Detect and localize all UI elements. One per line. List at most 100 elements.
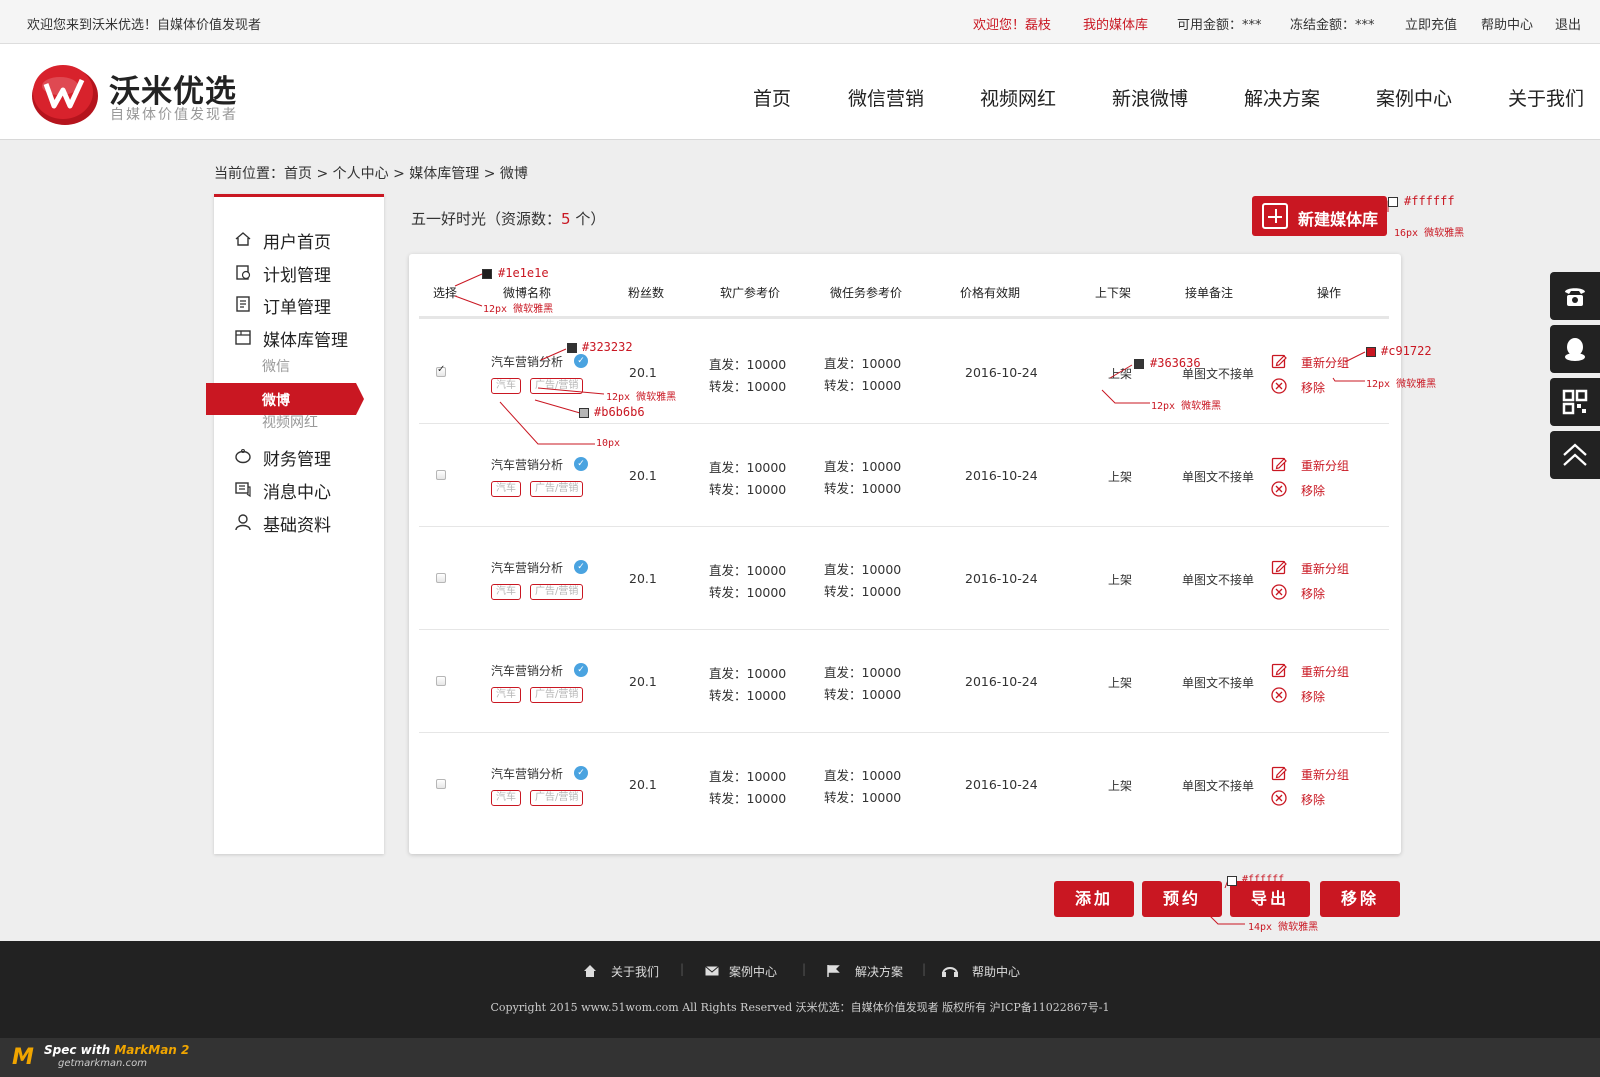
nav-home[interactable]: 首页 <box>753 84 791 111</box>
regroup-link[interactable]: 重新分组 <box>1301 663 1349 680</box>
remove-link[interactable]: 移除 <box>1301 688 1325 705</box>
clipboard-icon <box>236 265 251 280</box>
weibo-name[interactable]: 汽车营销分析 <box>491 765 563 782</box>
phone-float-button[interactable] <box>1550 272 1600 320</box>
back-to-top-button[interactable] <box>1550 431 1600 479</box>
task-price-direct: 直发：10000 <box>824 356 902 371</box>
footer-link-help[interactable]: 帮助中心 <box>972 963 1020 980</box>
weibo-name[interactable]: 汽车营销分析 <box>491 662 563 679</box>
export-button[interactable]: 导出 <box>1230 881 1310 917</box>
weibo-name[interactable]: 汽车营销分析 <box>491 353 563 370</box>
regroup-link[interactable]: 重新分组 <box>1301 560 1349 577</box>
price-validity: 2016-10-24 <box>965 674 1038 689</box>
reserve-button[interactable]: 预约 <box>1142 881 1222 917</box>
help-link[interactable]: 帮助中心 <box>1481 14 1533 33</box>
logo-icon[interactable] <box>30 58 100 128</box>
sidebar-item-orders[interactable]: 订单管理 <box>214 289 384 319</box>
row-checkbox[interactable] <box>436 470 446 480</box>
logout-link[interactable]: 退出 <box>1555 14 1581 33</box>
price-validity: 2016-10-24 <box>965 468 1038 483</box>
category-tag: 广告/营销 <box>530 378 584 394</box>
headset-icon <box>942 967 958 977</box>
sidebar-subitem-wechat[interactable]: 微信 <box>262 356 290 376</box>
remove-link[interactable]: 移除 <box>1301 585 1325 602</box>
sidebar-subitem-weibo-active[interactable]: 微博 <box>206 383 364 415</box>
category-tag: 汽车 <box>491 481 521 497</box>
weibo-name[interactable]: 汽车营销分析 <box>491 456 563 473</box>
resource-title-suffix: 个） <box>575 210 606 228</box>
regroup-link[interactable]: 重新分组 <box>1301 457 1349 474</box>
order-note: 单图文不接单 <box>1182 779 1255 793</box>
sidebar-subitem-video[interactable]: 视频网红 <box>262 412 318 432</box>
qrcode-float-button[interactable] <box>1550 378 1600 426</box>
sidebar-item-messages[interactable]: 消息中心 <box>214 474 384 504</box>
site-footer: 关于我们 | 案例中心 | 解决方案 | 帮助中心 Copyright 2015… <box>0 941 1600 1038</box>
row-checkbox[interactable] <box>436 676 446 686</box>
category-tag: 广告/营销 <box>530 687 584 703</box>
table-row: 汽车营销分析 ✓ 汽车广告/营销 20.1 直发：10000 转发：10000 直发：100… <box>419 628 1389 733</box>
footer-link-about[interactable]: 关于我们 <box>611 963 659 980</box>
remove-link[interactable]: 移除 <box>1301 379 1325 396</box>
remove-circle-icon[interactable] <box>1271 687 1287 703</box>
footer-link-cases[interactable]: 案例中心 <box>729 963 777 980</box>
regroup-link[interactable]: 重新分组 <box>1301 766 1349 783</box>
edit-icon[interactable] <box>1271 765 1287 781</box>
regroup-link[interactable]: 重新分组 <box>1301 354 1349 371</box>
column-header-task-price: 微任务参考价 <box>830 286 903 300</box>
annotation-name-color: #323232 <box>582 340 633 354</box>
qq-float-button[interactable] <box>1550 325 1600 373</box>
listing-status: 上架 <box>1108 470 1133 484</box>
remove-link[interactable]: 移除 <box>1301 482 1325 499</box>
nav-video-influencer[interactable]: 视频网红 <box>980 84 1056 111</box>
category-tag: 广告/营销 <box>530 584 584 600</box>
weibo-name[interactable]: 汽车营销分析 <box>491 559 563 576</box>
edit-icon[interactable] <box>1271 353 1287 369</box>
footer-link-solutions[interactable]: 解决方案 <box>855 963 903 980</box>
task-price-forward: 转发：10000 <box>824 790 902 805</box>
verified-badge-icon: ✓ <box>574 560 588 574</box>
sidebar-item-finance[interactable]: 财务管理 <box>214 441 384 471</box>
remove-link[interactable]: 移除 <box>1301 791 1325 808</box>
nav-sina-weibo[interactable]: 新浪微博 <box>1112 84 1188 111</box>
sidebar-item-media-library[interactable]: 媒体库管理 <box>214 322 384 352</box>
home-icon <box>235 232 251 246</box>
row-checkbox[interactable] <box>436 779 446 789</box>
column-header-select: 选择 <box>433 286 458 300</box>
user-icon <box>235 514 251 531</box>
remove-circle-icon[interactable] <box>1271 584 1287 600</box>
sidebar: 用户首页 计划管理 订单管理 媒体库管理 微信 微博 视频网红 财务管理 消息中… <box>206 194 384 854</box>
add-button[interactable]: 添加 <box>1054 881 1134 917</box>
remove-button[interactable]: 移除 <box>1320 881 1400 917</box>
nav-about[interactable]: 关于我们 <box>1508 84 1584 111</box>
nav-cases[interactable]: 案例中心 <box>1376 84 1452 111</box>
fans-count: 20.1 <box>629 674 657 689</box>
box-icon <box>235 330 251 345</box>
sidebar-item-profile[interactable]: 基础资料 <box>214 507 384 537</box>
remove-circle-icon[interactable] <box>1271 481 1287 497</box>
order-note: 单图文不接单 <box>1182 573 1255 587</box>
edit-icon[interactable] <box>1271 559 1287 575</box>
frozen-balance: 冻结金额：*** <box>1290 18 1375 33</box>
markman-title: Spec with MarkMan 2 <box>44 1043 189 1057</box>
task-price-forward: 转发：10000 <box>824 378 902 393</box>
remove-circle-icon[interactable] <box>1271 790 1287 806</box>
recharge-link[interactable]: 立即充值 <box>1405 14 1457 33</box>
row-checkbox[interactable] <box>436 573 446 583</box>
footer-separator: | <box>802 962 807 976</box>
sidebar-item-label: 基础资料 <box>263 516 331 536</box>
nav-wechat-marketing[interactable]: 微信营销 <box>848 84 924 111</box>
sidebar-item-user-home[interactable]: 用户首页 <box>214 224 384 254</box>
sidebar-item-plan[interactable]: 计划管理 <box>214 257 384 287</box>
soft-price-forward: 转发：10000 <box>709 379 787 394</box>
edit-icon[interactable] <box>1271 662 1287 678</box>
nav-solutions[interactable]: 解决方案 <box>1244 84 1320 111</box>
annotation-bottom-color: #ffffff <box>1242 874 1285 885</box>
edit-icon[interactable] <box>1271 456 1287 472</box>
my-library-link[interactable]: 我的媒体库 <box>1083 14 1148 33</box>
user-greeting-link[interactable]: 欢迎您！磊枝 <box>973 14 1051 33</box>
row-checkbox[interactable] <box>436 364 446 377</box>
remove-circle-icon[interactable] <box>1271 378 1287 394</box>
new-media-library-button[interactable]: 新建媒体库 <box>1252 196 1387 236</box>
listing-status: 上架 <box>1108 676 1133 690</box>
column-header-notes: 接单备注 <box>1185 286 1234 300</box>
